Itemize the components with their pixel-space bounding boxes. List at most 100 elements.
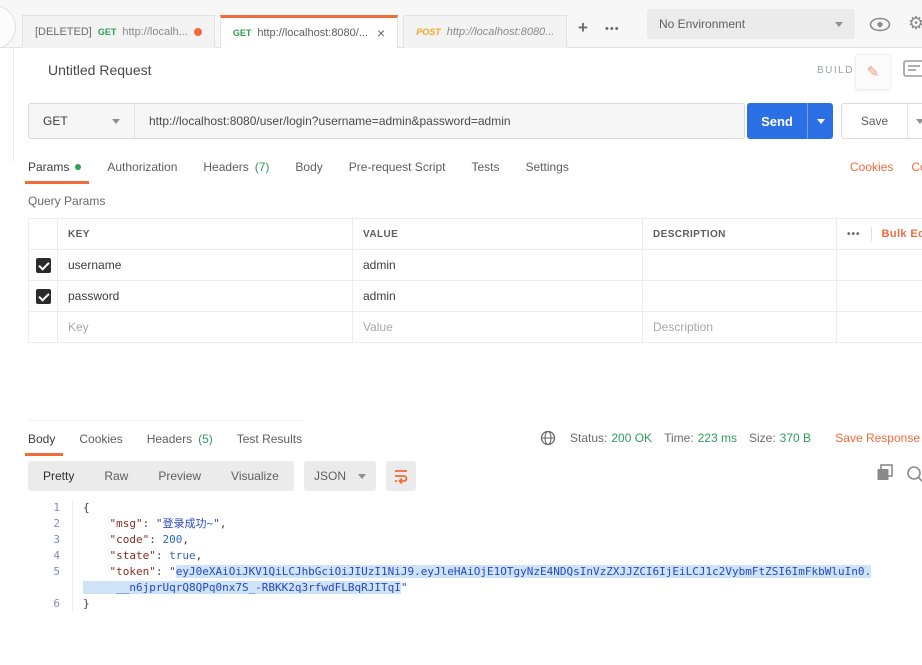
save-button[interactable]: Save xyxy=(842,104,907,138)
settings-button[interactable]: ⚙ xyxy=(908,13,922,34)
comment-button[interactable] xyxy=(903,60,922,85)
code-segment: : xyxy=(155,549,170,562)
description-column-header: DESCRIPTION xyxy=(642,219,836,249)
code-line: 4 "state": true, xyxy=(28,548,922,564)
gear-icon: ⚙ xyxy=(908,13,922,33)
environment-quick-look-button[interactable] xyxy=(869,17,891,37)
status-value: 200 OK xyxy=(611,431,653,445)
param-description-input[interactable]: Description xyxy=(642,312,836,342)
param-row-controls xyxy=(836,312,922,342)
tab-body[interactable]: Body xyxy=(295,150,322,184)
code-line: 1{ xyxy=(28,500,922,516)
checkbox-checked[interactable] xyxy=(35,257,51,273)
environment-selector[interactable]: No Environment xyxy=(647,9,855,39)
tab-pre-request-script[interactable]: Pre-request Script xyxy=(349,150,446,184)
params-header-row: KEYVALUEDESCRIPTION ••• Bulk Edit xyxy=(29,219,922,250)
tab-settings[interactable]: Settings xyxy=(526,150,569,184)
tab-authorization[interactable]: Authorization xyxy=(107,150,177,184)
code-segment: : xyxy=(155,565,170,578)
checkbox-checked[interactable] xyxy=(35,288,51,304)
time-value: 223 ms xyxy=(697,431,737,445)
close-icon[interactable]: × xyxy=(377,26,385,40)
line-number: 2 xyxy=(53,517,60,530)
tab-headers[interactable]: Headers (7) xyxy=(203,150,269,184)
response-tab-body[interactable]: Body xyxy=(24,422,64,456)
tab-url-label: http://localh... xyxy=(122,26,188,38)
code-line: 2 "msg": "登录成功~", xyxy=(28,516,922,532)
code-segment: eyJ0eXAiOiJKV1QiLCJhbGciOiJIUzI1NiJ9.eyJ… xyxy=(175,565,872,578)
tab-prefix-label: [DELETED] xyxy=(35,26,92,38)
request-tab[interactable]: [DELETED] GET http://localh... xyxy=(22,15,215,48)
size-value: 370 B xyxy=(779,431,812,445)
code-segment: , xyxy=(219,517,227,530)
tab-tests[interactable]: Tests xyxy=(471,150,499,184)
line-number xyxy=(28,580,72,596)
bulk-edit-button[interactable]: Bulk Edit xyxy=(882,228,922,240)
param-description-cell[interactable] xyxy=(642,250,836,280)
line-content: "state": true, xyxy=(72,548,202,564)
line-content: "msg": "登录成功~", xyxy=(72,516,226,532)
chevron-down-icon xyxy=(835,21,843,27)
unsaved-dot-icon xyxy=(193,28,202,36)
tab-options-button[interactable]: ••• xyxy=(605,23,620,35)
tab-label: Body xyxy=(28,432,56,446)
request-tab[interactable]: POST http://localhost:8080... xyxy=(403,15,568,48)
copy-response-button[interactable] xyxy=(876,464,894,487)
method-badge: GET xyxy=(97,27,117,37)
tab-url-label: http://localhost:8080/... xyxy=(257,27,369,39)
view-tab-pretty[interactable]: Pretty xyxy=(28,469,89,483)
save-button-group: Save xyxy=(841,103,922,139)
param-value-cell[interactable]: admin xyxy=(352,250,642,280)
cookies-link[interactable]: Cookies xyxy=(850,160,893,174)
tab-count: (5) xyxy=(198,432,213,446)
new-tab-button[interactable]: + xyxy=(578,18,588,38)
tab-params[interactable]: Params xyxy=(24,150,90,184)
search-response-button[interactable] xyxy=(906,465,922,488)
line-number: 4 xyxy=(53,549,60,562)
param-key-cell[interactable]: password xyxy=(57,281,352,311)
save-options-button[interactable] xyxy=(907,104,922,138)
params-options-button[interactable]: ••• xyxy=(847,229,861,240)
code-segment: " xyxy=(169,565,176,578)
param-value-cell[interactable]: admin xyxy=(352,281,642,311)
pane-divider xyxy=(13,48,14,162)
response-tab-test-results[interactable]: Test Results xyxy=(237,422,302,456)
response-tab-cookies[interactable]: Cookies xyxy=(79,422,122,456)
line-content: __n6jprUqrQ8QPq0nx7S_-RBKK2q3rfwdFLBqRJI… xyxy=(72,580,408,596)
param-description-cell[interactable] xyxy=(642,281,836,311)
send-options-button[interactable] xyxy=(807,103,833,139)
network-globe-icon[interactable] xyxy=(540,430,556,446)
tab-label: Headers xyxy=(146,432,193,446)
send-button[interactable]: Send xyxy=(747,103,807,139)
line-content: "token": "eyJ0eXAiOiJKV1QiLCJhbGciOiJIUz… xyxy=(72,564,872,580)
tab-label: Cookies xyxy=(79,432,123,446)
code-line: __n6jprUqrQ8QPq0nx7S_-RBKK2q3rfwdFLBqRJI… xyxy=(28,580,922,596)
tab-label: Body xyxy=(295,160,323,174)
response-format-selector[interactable]: JSON xyxy=(304,461,376,491)
url-input[interactable]: http://localhost:8080/user/login?usernam… xyxy=(135,104,744,138)
response-tab-headers[interactable]: Headers (5) xyxy=(147,422,213,456)
code-segment: , xyxy=(195,549,203,562)
param-key-input[interactable]: Key xyxy=(57,312,352,342)
code-link[interactable]: Code xyxy=(911,160,922,174)
view-tab-visualize[interactable]: Visualize xyxy=(216,469,294,483)
param-checkbox-cell xyxy=(29,250,57,280)
save-response-button[interactable]: Save Response xyxy=(835,431,920,445)
param-key-cell[interactable]: username xyxy=(57,250,352,280)
request-tab[interactable]: GET http://localhost:8080/... × xyxy=(219,15,399,48)
view-tab-preview[interactable]: Preview xyxy=(143,469,216,483)
tab-label: Headers xyxy=(203,160,249,174)
sidebar-corner xyxy=(0,5,16,49)
wrap-text-button[interactable] xyxy=(386,461,416,491)
code-line: 5 "token": "eyJ0eXAiOiJKV1QiLCJhbGciOiJI… xyxy=(28,564,922,580)
value-column-header: VALUE xyxy=(352,219,642,249)
view-tab-raw[interactable]: Raw xyxy=(89,469,143,483)
line-number: 5 xyxy=(53,565,60,578)
edit-request-button[interactable]: ✎ xyxy=(855,54,891,90)
query-params-table: KEYVALUEDESCRIPTION ••• Bulk Edit usernamea… xyxy=(28,218,922,343)
param-value-input[interactable]: Value xyxy=(352,312,642,342)
method-badge: GET xyxy=(232,28,252,38)
method-selector[interactable]: GET xyxy=(29,104,135,138)
